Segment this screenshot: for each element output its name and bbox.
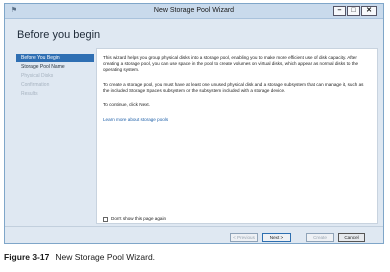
wizard-steps-sidebar: Before You Begin Storage Pool Name Physi…: [16, 54, 94, 99]
create-button[interactable]: Create: [306, 233, 334, 242]
cancel-button[interactable]: Cancel: [338, 233, 365, 242]
dont-show-again-checkbox[interactable]: [103, 216, 108, 222]
page-title: Before you begin: [17, 29, 101, 41]
window-title: New Storage Pool Wizard: [153, 7, 235, 14]
step-before-you-begin[interactable]: Before You Begin: [16, 54, 94, 62]
step-storage-pool-name[interactable]: Storage Pool Name: [16, 63, 94, 71]
step-results: Results: [21, 91, 38, 97]
close-button[interactable]: ✕: [361, 6, 377, 16]
maximize-button[interactable]: □: [347, 6, 360, 16]
dont-show-again-row[interactable]: Don't show this page again: [103, 216, 166, 222]
title-bar[interactable]: ⚑ New Storage Pool Wizard – □ ✕: [5, 4, 383, 19]
learn-more-link[interactable]: Learn more about storage pools: [103, 117, 371, 123]
previous-button[interactable]: < Previous: [230, 233, 258, 242]
next-button[interactable]: Next >: [262, 233, 291, 242]
figure-caption-text: New Storage Pool Wizard.: [55, 252, 156, 262]
figure-number: Figure 3-17: [4, 252, 50, 262]
content-panel: This wizard helps you group physical dis…: [96, 48, 378, 224]
minimize-button[interactable]: –: [333, 6, 346, 16]
figure-caption: Figure 3-17 New Storage Pool Wizard.: [4, 251, 155, 263]
button-bar: < Previous Next > Create Cancel: [5, 226, 383, 244]
dont-show-again-label: Don't show this page again: [111, 216, 167, 221]
step-physical-disks: Physical Disks: [21, 73, 54, 79]
continue-instruction: To continue, click Next.: [103, 102, 150, 107]
intro-paragraph: This wizard helps you group physical dis…: [103, 55, 359, 72]
window-controls: – □ ✕: [333, 6, 377, 16]
wizard-window: ⚑ New Storage Pool Wizard – □ ✕ Before y…: [4, 3, 384, 244]
step-confirmation: Confirmation: [21, 82, 50, 88]
requirements-paragraph: To create a storage pool, you must have …: [103, 82, 364, 93]
